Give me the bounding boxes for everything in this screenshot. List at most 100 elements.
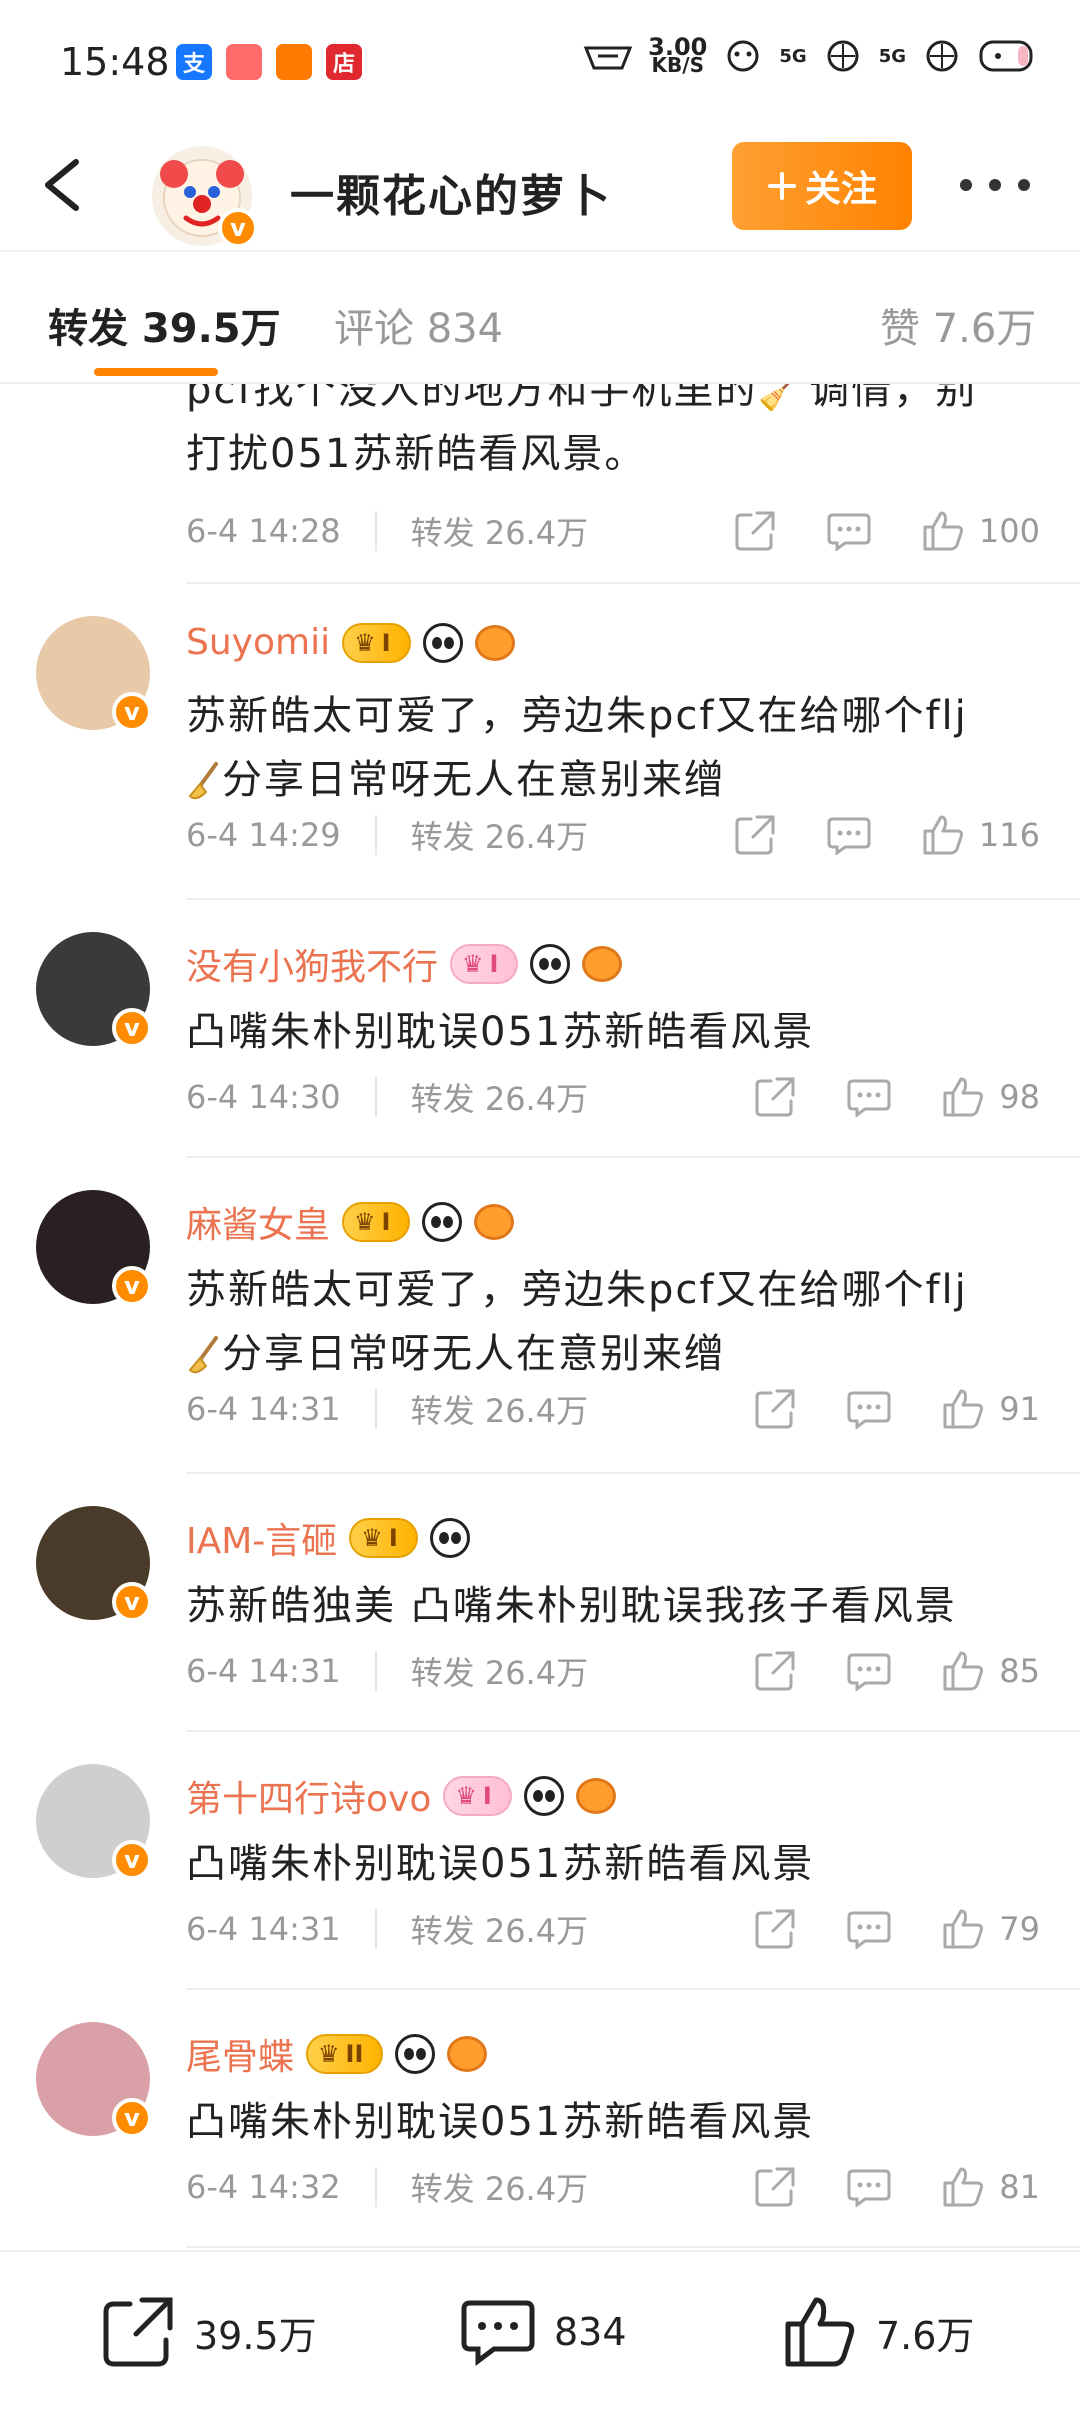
like-button[interactable]: 116	[921, 813, 1040, 857]
thumbs-up-icon	[943, 1909, 984, 1949]
user-avatar[interactable]: v	[36, 1764, 152, 1880]
share-button[interactable]	[753, 1075, 797, 1119]
tab-like[interactable]: 赞 7.6万	[880, 296, 1036, 354]
user-name[interactable]: 尾骨蝶	[186, 2028, 294, 2080]
user-avatar[interactable]: v	[36, 1506, 152, 1622]
comment-button[interactable]	[827, 815, 871, 855]
like-button[interactable]: 85	[941, 1649, 1040, 1693]
panda-badge-icon	[429, 1518, 470, 1558]
vip-badge: ♛ I	[450, 944, 519, 984]
like-count: 98	[999, 1078, 1040, 1116]
comment-button[interactable]	[847, 1389, 891, 1429]
user-name[interactable]: 第十四行诗ovo	[186, 1770, 431, 1822]
crown-icon: ♛	[455, 1782, 477, 1810]
tv-icon	[276, 44, 312, 80]
like-button[interactable]: 7.6万	[782, 2292, 974, 2372]
tab-comment[interactable]: 评论 834	[334, 296, 503, 354]
share-icon	[735, 815, 775, 855]
item-meta: 6-4 14:31 转发 26.4万 79	[186, 1904, 1040, 1954]
list-item[interactable]: v 麻酱女皇 ♛ I 苏新皓太可爱了，旁边朱pcf又在给哪个flj 分享日常呀无人在意别来…	[0, 1158, 1080, 1474]
comment-icon	[847, 1391, 891, 1429]
list-item[interactable]: v 没有小狗我不行 ♛ I 凸嘴朱朴别耽误051苏新皓看风景 6-4 14:30 转发 26…	[0, 900, 1080, 1158]
vip-badge: ♛ I	[349, 1518, 418, 1558]
user-name[interactable]: Suyomii	[186, 622, 330, 663]
repost-count: 转发 26.4万	[410, 1912, 589, 1950]
share-button[interactable]	[753, 2165, 797, 2209]
thumbs-up-icon	[943, 1077, 984, 1117]
repost-count: 转发 26.4万	[410, 1080, 589, 1118]
verified-badge-icon: v	[218, 208, 258, 248]
repost-button[interactable]: 39.5万	[100, 2292, 317, 2372]
app-header: v 一颗花心的萝卜 关注	[0, 120, 1080, 250]
comment-button[interactable]	[827, 511, 871, 551]
share-button[interactable]	[753, 1387, 797, 1431]
repost-count: 转发 26.4万	[410, 818, 589, 856]
like-count: 100	[978, 512, 1040, 550]
thumbs-up-icon	[943, 2167, 984, 2207]
comment-button[interactable]	[847, 2167, 891, 2207]
share-button[interactable]	[753, 1649, 797, 1693]
vip-badge: ♛ I	[342, 1202, 411, 1242]
user-name-row: 没有小狗我不行 ♛ I	[186, 938, 623, 990]
like-button[interactable]: 98	[941, 1075, 1040, 1119]
status-bar: 15:48 支店 3.00 KB/S 5G 5G	[0, 0, 1080, 120]
broom-icon	[188, 1336, 218, 1374]
panda-badge-icon	[422, 622, 463, 663]
list-item[interactable]: v 第十四行诗ovo ♛ I 凸嘴朱朴别耽误051苏新皓看风景 6-4 14:31 转发 2…	[0, 1732, 1080, 1990]
user-avatar[interactable]: v	[36, 932, 152, 1048]
user-avatar[interactable]: v	[36, 1190, 152, 1306]
comment-button[interactable]	[847, 1077, 891, 1117]
user-avatar[interactable]: v	[36, 616, 152, 732]
repost-text: 苏新皓独美 凸嘴朱朴别耽误我孩子看风景	[186, 1574, 1040, 1638]
like-button[interactable]: 81	[941, 2165, 1040, 2209]
thumbs-up-icon	[923, 511, 963, 551]
comment-icon	[847, 1911, 891, 1949]
like-count: 79	[999, 1910, 1040, 1948]
post-time: 6-4 14:28	[186, 512, 341, 550]
comment-button[interactable]	[847, 1651, 891, 1691]
share-button[interactable]	[733, 509, 777, 553]
list-item[interactable]: v 尾骨蝶 ♛ II 凸嘴朱朴别耽误051苏新皓看风景 6-4 14:32 转发 26.4万…	[0, 1990, 1080, 2248]
repost-text-line: 苏新皓太可爱了，旁边朱pcf又在给哪个flj	[186, 1267, 968, 1313]
repost-text: 凸嘴朱朴别耽误051苏新皓看风景	[186, 1832, 1040, 1896]
comment-button[interactable]	[847, 1909, 891, 1949]
back-button[interactable]	[36, 150, 96, 220]
like-button[interactable]: 91	[941, 1387, 1040, 1431]
item-meta: 6-4 14:31 转发 26.4万 91	[186, 1384, 1040, 1434]
user-name-row: 麻酱女皇 ♛ I	[186, 1196, 515, 1248]
more-options-button[interactable]	[960, 170, 1030, 200]
follow-button[interactable]: 关注	[732, 142, 912, 230]
like-count: 91	[999, 1390, 1040, 1428]
dot-icon	[960, 179, 972, 191]
share-button[interactable]	[733, 813, 777, 857]
verified-badge-icon: v	[112, 1266, 152, 1306]
list-item[interactable]: v IAM-言砸 ♛ I 苏新皓独美 凸嘴朱朴别耽误我孩子看风景 6-4 14:31 转发 …	[0, 1474, 1080, 1732]
crown-icon: ♛	[361, 1524, 383, 1552]
user-name[interactable]: 没有小狗我不行	[186, 938, 438, 990]
comment-button[interactable]: 834	[460, 2292, 627, 2372]
repost-text-line: 凸嘴朱朴别耽误051苏新皓看风景	[186, 2099, 815, 2145]
like-button[interactable]: 79	[941, 1907, 1040, 1951]
author-avatar[interactable]: v	[152, 146, 258, 248]
user-avatar[interactable]: v	[36, 2022, 152, 2138]
signal-icon-1	[827, 40, 859, 72]
user-name-row: Suyomii ♛ I	[186, 622, 515, 663]
dot-icon	[989, 179, 1001, 191]
fish-badge-icon	[474, 1204, 515, 1240]
item-meta: 6-4 14:29 转发 26.4万 116	[186, 810, 1040, 860]
tab-repost[interactable]: 转发 39.5万	[48, 296, 281, 354]
item-meta: 6-4 14:28 转发 26.4万 100	[186, 506, 1040, 556]
plus-icon	[767, 172, 796, 200]
repost-text: 苏新皓太可爱了，旁边朱pcf又在给哪个flj 分享日常呀无人在意别来缯	[186, 1258, 1040, 1386]
speed-unit: KB/S	[651, 53, 704, 77]
share-button[interactable]	[753, 1907, 797, 1951]
user-name[interactable]: IAM-言砸	[186, 1512, 337, 1564]
list-item[interactable]: v Suyomii ♛ I 苏新皓太可爱了，旁边朱pcf又在给哪个flj 分享日常呀无人在…	[0, 584, 1080, 900]
like-button[interactable]: 100	[921, 509, 1040, 553]
thumbs-up-icon	[943, 1651, 984, 1691]
user-name[interactable]: 麻酱女皇	[186, 1196, 330, 1248]
post-time: 6-4 14:30	[186, 1078, 341, 1116]
repost-list[interactable]: pcf找个没人的地方和手机里的🧹调情，别 打扰051苏新皓看风景。 6-4 14…	[0, 384, 1080, 2250]
item-actions: 98	[753, 1072, 1040, 1122]
item-actions: 116	[733, 810, 1040, 860]
